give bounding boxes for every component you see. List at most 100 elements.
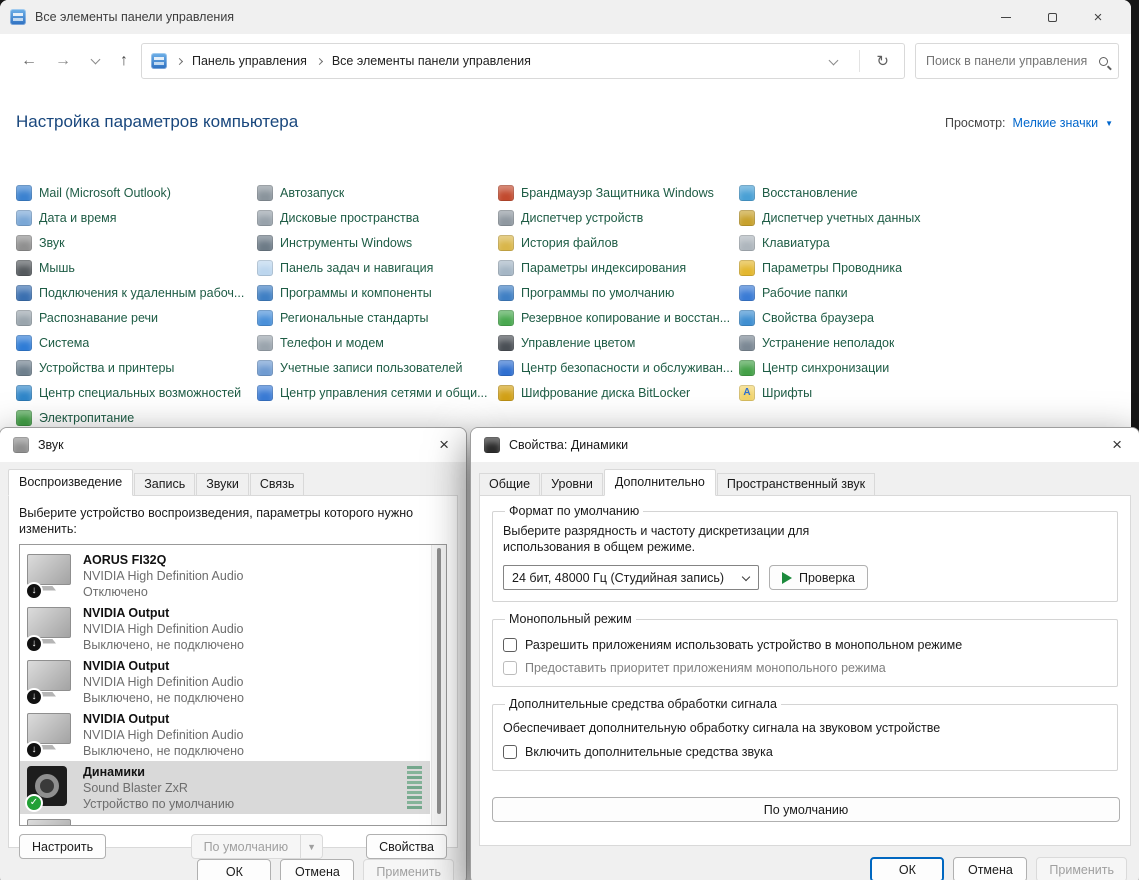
- control-panel-item[interactable]: Автозапуск: [257, 180, 498, 205]
- restore-defaults-button[interactable]: По умолчанию: [492, 797, 1120, 822]
- control-panel-item[interactable]: Устранение неполадок: [739, 330, 980, 355]
- network-sharing-icon: [257, 385, 273, 401]
- control-panel-item[interactable]: Дата и время: [16, 205, 257, 230]
- maximize-button[interactable]: [1029, 0, 1075, 34]
- sound-tab[interactable]: Запись: [134, 473, 195, 496]
- refresh-icon[interactable]: ↻: [870, 52, 895, 70]
- control-panel-item[interactable]: Распознавание речи: [16, 305, 257, 330]
- phone-modem-icon: [257, 335, 273, 351]
- control-panel-item[interactable]: Центр синхронизации: [739, 355, 980, 380]
- control-panel-item[interactable]: Центр специальных возможностей: [16, 380, 257, 405]
- properties-tab[interactable]: Уровни: [541, 473, 603, 496]
- control-panel-item[interactable]: Брандмауэр Защитника Windows: [498, 180, 739, 205]
- control-panel-item[interactable]: Программы по умолчанию: [498, 280, 739, 305]
- device-row[interactable]: [20, 814, 430, 826]
- control-panel-item[interactable]: Параметры Проводника: [739, 255, 980, 280]
- minimize-button[interactable]: [983, 0, 1029, 34]
- sound-tabs: Воспроизведение Запись Звуки Связь: [0, 462, 466, 496]
- set-default-split-button[interactable]: По умолчанию ▼: [191, 834, 324, 859]
- view-by-dropdown-icon[interactable]: ▼: [1105, 119, 1113, 128]
- control-panel-item[interactable]: Диспетчер устройств: [498, 205, 739, 230]
- address-dropdown-icon[interactable]: [829, 55, 839, 65]
- device-row[interactable]: ↓ NVIDIA Output NVIDIA High Definition A…: [20, 655, 430, 708]
- configure-button[interactable]: Настроить: [19, 834, 106, 859]
- ok-button[interactable]: ОК: [197, 859, 271, 880]
- set-default-button[interactable]: По умолчанию: [191, 834, 302, 859]
- cancel-button[interactable]: Отмена: [280, 859, 354, 880]
- device-list-scrollbar[interactable]: [431, 545, 446, 825]
- control-panel-item[interactable]: Дисковые пространства: [257, 205, 498, 230]
- test-button[interactable]: Проверка: [769, 565, 868, 590]
- device-row[interactable]: ↓ AORUS FI32Q NVIDIA High Definition Aud…: [20, 549, 430, 602]
- item-label: Шрифты: [762, 386, 812, 400]
- control-panel-item[interactable]: Параметры индексирования: [498, 255, 739, 280]
- control-panel-item[interactable]: Резервное копирование и восстан...: [498, 305, 739, 330]
- control-panel-item[interactable]: Восстановление: [739, 180, 980, 205]
- item-label: Система: [39, 336, 89, 350]
- storage-spaces-icon: [257, 210, 273, 226]
- breadcrumb-current[interactable]: Все элементы панели управления: [332, 54, 531, 68]
- control-panel-item[interactable]: A Шрифты: [739, 380, 980, 405]
- format-combobox[interactable]: 24 бит, 48000 Гц (Студийная запись): [503, 565, 759, 590]
- exclusive-priority-checkbox[interactable]: [503, 661, 517, 675]
- up-button[interactable]: ↑: [111, 52, 137, 70]
- control-panel-item[interactable]: Система: [16, 330, 257, 355]
- control-panel-item[interactable]: Мышь: [16, 255, 257, 280]
- properties-tab[interactable]: Пространственный звук: [717, 473, 875, 496]
- control-panel-item[interactable]: Панель задач и навигация: [257, 255, 498, 280]
- item-label: Параметры индексирования: [521, 261, 686, 275]
- control-panel-item[interactable]: Клавиатура: [739, 230, 980, 255]
- search-input[interactable]: [926, 54, 1093, 68]
- control-panel-item[interactable]: Подключения к удаленным рабоч...: [16, 280, 257, 305]
- control-panel-item[interactable]: Устройства и принтеры: [16, 355, 257, 380]
- format-value: 24 бит, 48000 Гц (Студийная запись): [512, 571, 724, 585]
- control-panel-item[interactable]: Рабочие папки: [739, 280, 980, 305]
- control-panel-item[interactable]: Телефон и модем: [257, 330, 498, 355]
- breadcrumb[interactable]: Панель управления Все элементы панели уп…: [141, 43, 905, 79]
- sound-tab[interactable]: Звуки: [196, 473, 249, 496]
- device-row[interactable]: ✓ Динамики Sound Blaster ZxR Устройство …: [20, 761, 430, 814]
- breadcrumb-root[interactable]: Панель управления: [192, 54, 307, 68]
- control-panel-item[interactable]: Региональные стандарты: [257, 305, 498, 330]
- control-panel-item[interactable]: Инструменты Windows: [257, 230, 498, 255]
- control-panel-item[interactable]: Mail (Microsoft Outlook): [16, 180, 257, 205]
- set-default-dropdown-icon[interactable]: ▼: [301, 834, 323, 859]
- sound-dialog-title: Звук: [38, 438, 64, 452]
- control-panel-item[interactable]: Центр управления сетями и общи...: [257, 380, 498, 405]
- control-panel-item[interactable]: Центр безопасности и обслуживан...: [498, 355, 739, 380]
- device-driver: NVIDIA High Definition Audio: [83, 568, 244, 584]
- ok-button[interactable]: ОК: [870, 857, 944, 880]
- view-by-label: Просмотр:: [945, 116, 1006, 130]
- view-by-value[interactable]: Мелкие значки: [1013, 116, 1099, 130]
- properties-button[interactable]: Свойства: [366, 834, 447, 859]
- control-panel-item[interactable]: Управление цветом: [498, 330, 739, 355]
- control-panel-item[interactable]: Диспетчер учетных данных: [739, 205, 980, 230]
- close-icon[interactable]: ×: [435, 435, 453, 455]
- device-row[interactable]: ↓ NVIDIA Output NVIDIA High Definition A…: [20, 602, 430, 655]
- device-row[interactable]: ↓ NVIDIA Output NVIDIA High Definition A…: [20, 708, 430, 761]
- allow-exclusive-checkbox[interactable]: [503, 638, 517, 652]
- cancel-button[interactable]: Отмена: [953, 857, 1027, 880]
- internet-options-icon: [739, 310, 755, 326]
- sound-tab[interactable]: Связь: [250, 473, 305, 496]
- control-panel-item[interactable]: Учетные записи пользователей: [257, 355, 498, 380]
- close-button[interactable]: ×: [1075, 0, 1121, 34]
- device-driver: NVIDIA High Definition Audio: [83, 674, 244, 690]
- properties-tab[interactable]: Общие: [479, 473, 540, 496]
- apply-button[interactable]: Применить: [363, 859, 454, 880]
- control-panel-item[interactable]: Свойства браузера: [739, 305, 980, 330]
- recent-pages-chevron-icon[interactable]: [91, 55, 101, 65]
- control-panel-item[interactable]: Звук: [16, 230, 257, 255]
- close-icon[interactable]: ×: [1108, 435, 1126, 455]
- forward-button[interactable]: →: [46, 52, 80, 70]
- control-panel-item[interactable]: Шифрование диска BitLocker: [498, 380, 739, 405]
- apply-button[interactable]: Применить: [1036, 857, 1127, 880]
- sound-tab[interactable]: Воспроизведение: [8, 469, 133, 496]
- allow-exclusive-label: Разрешить приложениям использовать устро…: [525, 638, 962, 652]
- back-button[interactable]: ←: [12, 52, 46, 70]
- control-panel-item[interactable]: Программы и компоненты: [257, 280, 498, 305]
- properties-tab[interactable]: Дополнительно: [604, 469, 716, 496]
- search-box[interactable]: [915, 43, 1119, 79]
- control-panel-item[interactable]: История файлов: [498, 230, 739, 255]
- enable-enhancements-checkbox[interactable]: [503, 745, 517, 759]
